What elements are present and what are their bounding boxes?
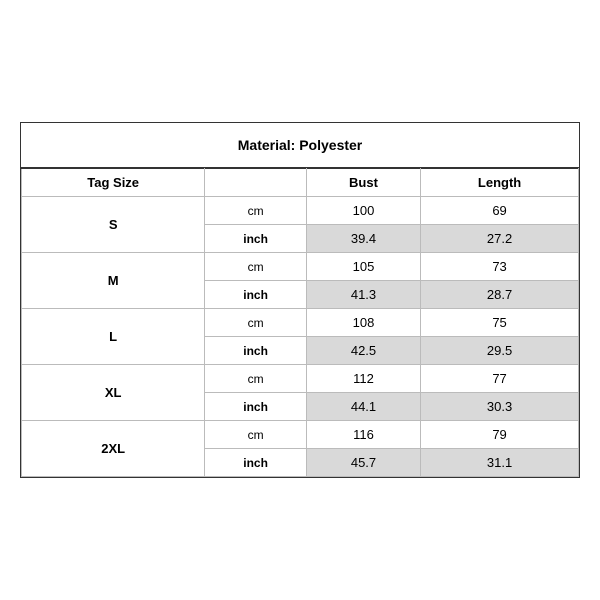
table-header-row: Tag Size Bust Length [22,169,579,197]
length-inch-value: 27.2 [421,225,579,253]
bust-cm-value: 105 [306,253,420,281]
length-cm-value: 75 [421,309,579,337]
length-cm-value: 73 [421,253,579,281]
unit-header [205,169,307,197]
bust-cm-value: 108 [306,309,420,337]
unit-cell-inch: inch [205,225,307,253]
size-cell: L [22,309,205,365]
unit-cell-inch: inch [205,393,307,421]
size-cell: M [22,253,205,309]
length-cm-value: 77 [421,365,579,393]
unit-cell-cm: cm [205,309,307,337]
length-inch-value: 30.3 [421,393,579,421]
unit-cell-inch: inch [205,449,307,477]
chart-title: Material: Polyester [21,123,579,168]
bust-cm-value: 116 [306,421,420,449]
size-cell: XL [22,365,205,421]
size-table: Tag Size Bust Length Scm10069inch39.427.… [21,168,579,477]
unit-cell-cm: cm [205,253,307,281]
bust-cm-value: 112 [306,365,420,393]
bust-header: Bust [306,169,420,197]
size-cell: S [22,197,205,253]
unit-cell-cm: cm [205,421,307,449]
unit-cell-inch: inch [205,281,307,309]
unit-cell-cm: cm [205,197,307,225]
length-cm-value: 79 [421,421,579,449]
table-row: Scm10069 [22,197,579,225]
bust-cm-value: 100 [306,197,420,225]
length-inch-value: 28.7 [421,281,579,309]
bust-inch-value: 44.1 [306,393,420,421]
bust-inch-value: 45.7 [306,449,420,477]
table-row: XLcm11277 [22,365,579,393]
size-cell: 2XL [22,421,205,477]
length-inch-value: 29.5 [421,337,579,365]
length-cm-value: 69 [421,197,579,225]
length-inch-value: 31.1 [421,449,579,477]
length-header: Length [421,169,579,197]
size-chart-container: Material: Polyester Tag Size Bust Length… [20,122,580,478]
table-row: 2XLcm11679 [22,421,579,449]
unit-cell-inch: inch [205,337,307,365]
bust-inch-value: 39.4 [306,225,420,253]
tag-size-header: Tag Size [22,169,205,197]
bust-inch-value: 41.3 [306,281,420,309]
table-row: Lcm10875 [22,309,579,337]
unit-cell-cm: cm [205,365,307,393]
table-row: Mcm10573 [22,253,579,281]
bust-inch-value: 42.5 [306,337,420,365]
